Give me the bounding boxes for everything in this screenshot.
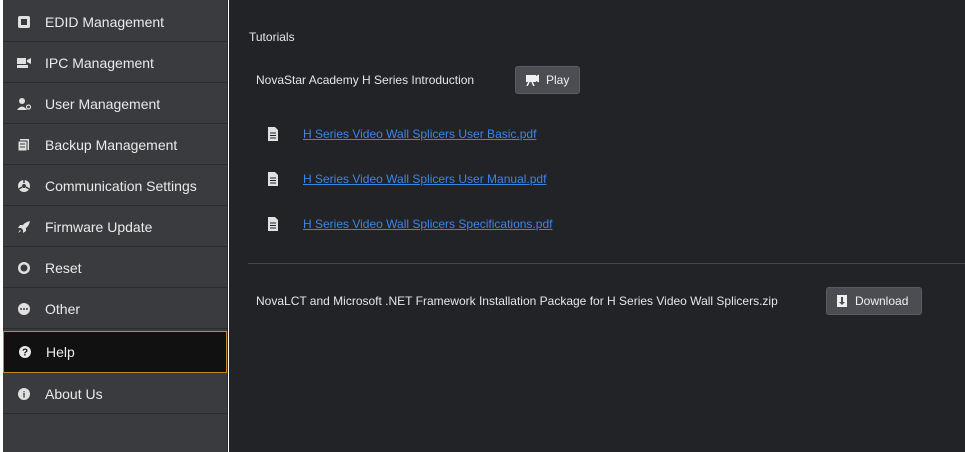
download-icon: [836, 294, 848, 308]
help-icon: ?: [17, 344, 33, 360]
download-button-label: Download: [855, 294, 909, 308]
play-button[interactable]: Play: [515, 66, 580, 94]
package-text: NovaLCT and Microsoft .NET Framework Ins…: [256, 294, 778, 308]
sidebar-item-label: Reset: [45, 259, 82, 276]
sidebar-item-label: EDID Management: [45, 13, 165, 30]
document-icon: [267, 217, 279, 231]
sidebar-item-help[interactable]: ? Help: [3, 331, 227, 373]
download-button[interactable]: Download: [826, 287, 922, 315]
sidebar-item-ipc-management[interactable]: IPC Management: [3, 43, 227, 83]
sidebar-item-label: IPC Management: [45, 54, 154, 71]
svg-text:?: ?: [22, 348, 28, 359]
reset-icon: [16, 260, 32, 276]
document-row: H Series Video Wall Splicers Specificati…: [267, 217, 552, 231]
main-panel: Tutorials NovaStar Academy H Series Intr…: [229, 0, 965, 452]
sidebar-item-label: About Us: [45, 385, 103, 402]
info-icon: i: [16, 386, 32, 402]
section-title: Tutorials: [249, 30, 295, 44]
play-icon: [525, 74, 539, 86]
sidebar: EDID Management IPC Management User Mana…: [3, 0, 228, 452]
sidebar-filler: [3, 414, 227, 452]
document-link[interactable]: H Series Video Wall Splicers User Basic.…: [303, 127, 536, 141]
section-divider: [248, 263, 965, 264]
sidebar-item-label: Other: [45, 300, 81, 317]
document-link[interactable]: H Series Video Wall Splicers Specificati…: [303, 217, 552, 231]
sidebar-item-other[interactable]: Other: [3, 289, 227, 329]
document-icon: [267, 172, 279, 186]
sidebar-item-label: Communication Settings: [45, 177, 197, 194]
sidebar-item-label: User Management: [45, 95, 161, 112]
backup-icon: [16, 137, 32, 153]
document-row: H Series Video Wall Splicers User Manual…: [267, 172, 546, 186]
intro-text: NovaStar Academy H Series Introduction: [256, 73, 475, 87]
sidebar-item-user-management[interactable]: User Management: [3, 84, 227, 124]
edid-icon: [16, 14, 32, 30]
sidebar-item-edid-management[interactable]: EDID Management: [3, 2, 227, 42]
sidebar-item-label: Firmware Update: [45, 218, 153, 235]
app-window: EDID Management IPC Management User Mana…: [0, 0, 965, 452]
ipc-icon: [16, 55, 32, 71]
sidebar-item-communication-settings[interactable]: Communication Settings: [3, 166, 227, 206]
communication-icon: [16, 178, 32, 194]
sidebar-item-firmware-update[interactable]: Firmware Update: [3, 207, 227, 247]
other-icon: [16, 301, 32, 317]
sidebar-item-backup-management[interactable]: Backup Management: [3, 125, 227, 165]
document-row: H Series Video Wall Splicers User Basic.…: [267, 127, 536, 141]
sidebar-item-reset[interactable]: Reset: [3, 248, 227, 288]
play-button-label: Play: [546, 73, 570, 87]
rocket-icon: [16, 219, 32, 235]
document-icon: [267, 127, 279, 141]
sidebar-item-about-us[interactable]: i About Us: [3, 374, 227, 414]
user-icon: [16, 96, 32, 112]
sidebar-item-label: Help: [46, 344, 75, 360]
document-link[interactable]: H Series Video Wall Splicers User Manual…: [303, 172, 546, 186]
sidebar-item-label: Backup Management: [45, 136, 178, 153]
